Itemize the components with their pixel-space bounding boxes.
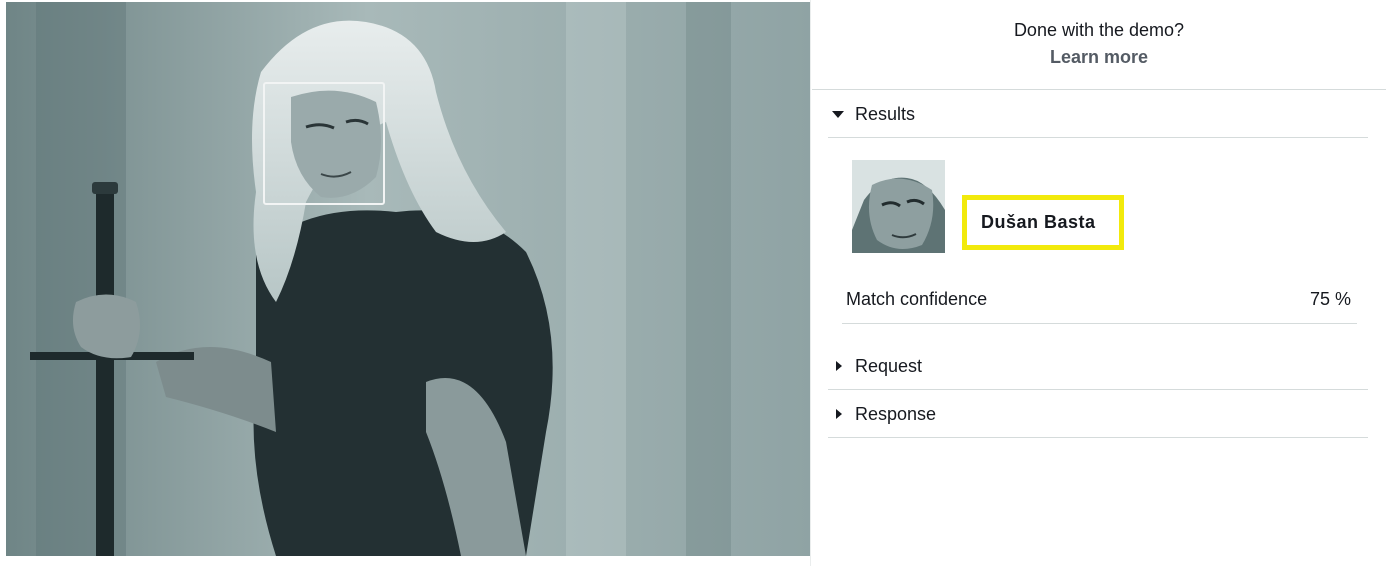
celebrity-name: Dušan Basta (981, 212, 1096, 232)
celebrity-thumbnail (852, 160, 945, 253)
results-panel: Done with the demo? Learn more Results D… (812, 0, 1386, 566)
celebrity-name-highlight: Dušan Basta (962, 195, 1124, 250)
match-confidence-label: Match confidence (846, 289, 988, 309)
panel-divider (810, 0, 811, 566)
match-confidence-value: 75 % (1309, 289, 1351, 309)
face-crop-image (852, 160, 945, 253)
photo-illustration (6, 2, 810, 556)
request-section-label: Request (855, 355, 923, 376)
divider (828, 437, 1368, 438)
divider (812, 89, 1386, 90)
caret-down-icon (828, 107, 846, 121)
response-section-toggle[interactable]: Response (828, 397, 936, 431)
results-section-label: Results (855, 103, 916, 124)
demo-prompt-text: Done with the demo? (1013, 20, 1185, 40)
caret-right-icon (828, 407, 846, 421)
response-section-label: Response (855, 403, 937, 424)
learn-more-link[interactable]: Learn more (812, 47, 1386, 68)
detected-face-box[interactable] (263, 82, 385, 205)
request-section-toggle[interactable]: Request (828, 349, 922, 383)
divider (842, 323, 1357, 324)
divider (828, 389, 1368, 390)
divider (828, 137, 1368, 138)
analyzed-photo (6, 2, 810, 556)
caret-right-icon (828, 359, 846, 373)
results-section-toggle[interactable]: Results (828, 97, 915, 131)
celebrity-recognition-demo: Done with the demo? Learn more Results D… (0, 0, 1400, 566)
